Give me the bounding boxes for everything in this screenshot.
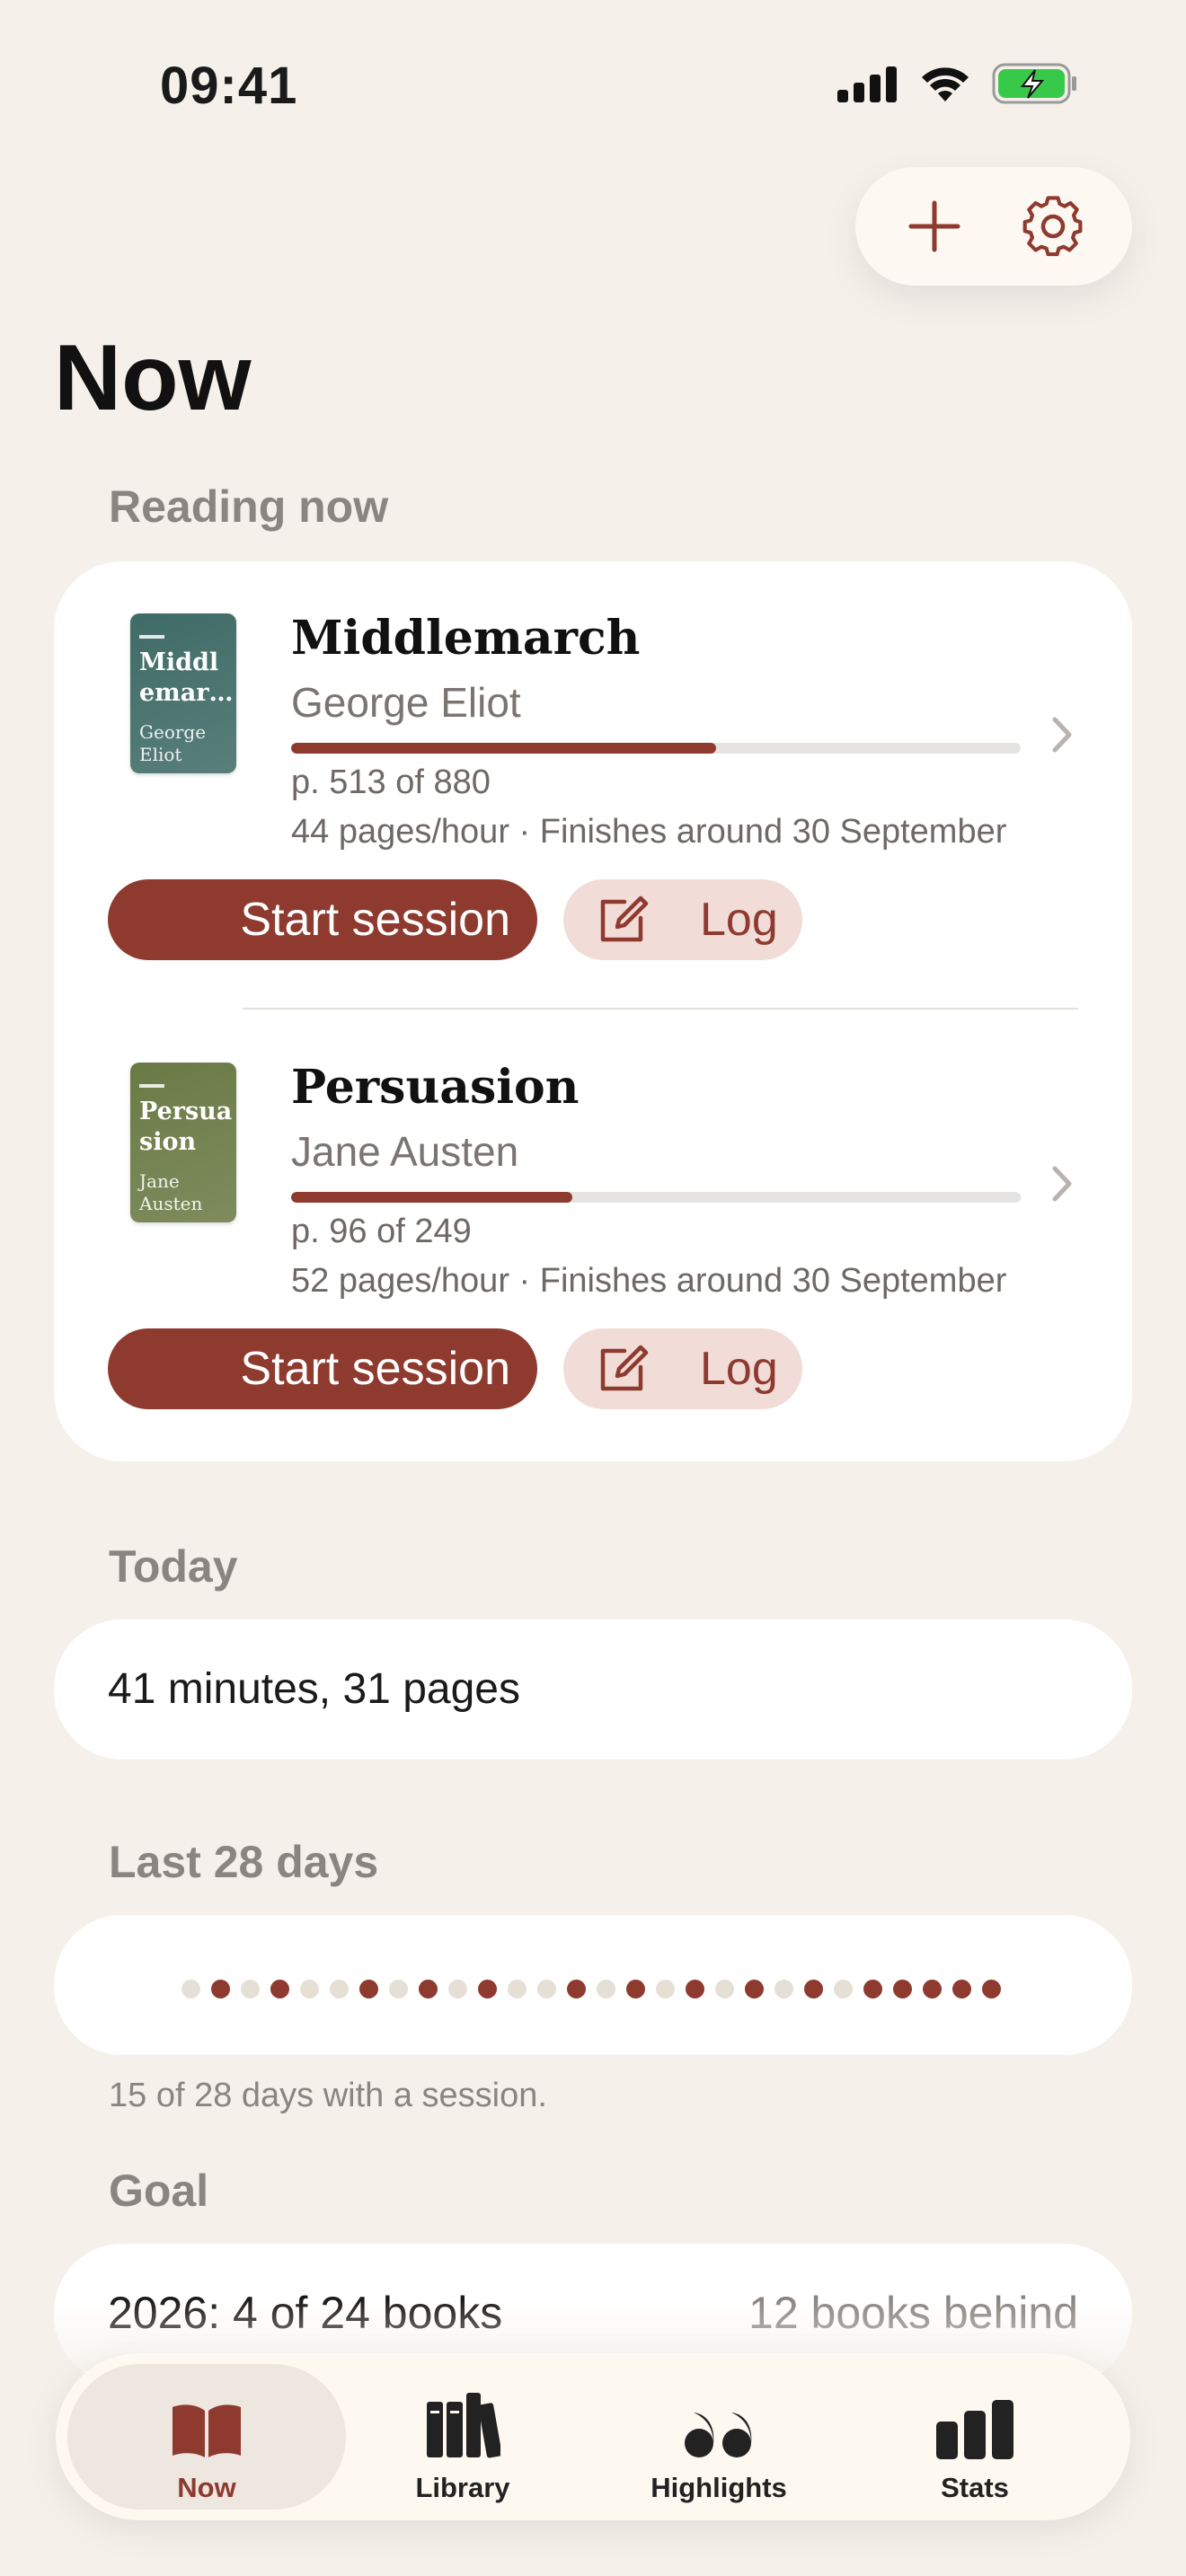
- status-icons: [837, 63, 1078, 104]
- session-day-dot: [478, 1980, 497, 1998]
- start-session-button[interactable]: Start session: [108, 1328, 537, 1409]
- reading-pace: 44 pages/hour · Finishes around 30 Septe…: [291, 813, 1007, 851]
- section-label-goal: Goal: [109, 2166, 209, 2216]
- section-label-today: Today: [109, 1541, 238, 1592]
- progress-bar: [291, 1192, 1021, 1203]
- status-time: 09:41: [160, 57, 298, 115]
- page-count: p. 96 of 249: [291, 1213, 472, 1250]
- books-icon: [427, 2393, 500, 2458]
- book-title: Persuasion: [291, 1060, 580, 1115]
- plus-icon: [908, 200, 960, 252]
- settings-button[interactable]: [1004, 177, 1102, 276]
- chevron-right-icon[interactable]: [1044, 1161, 1080, 1206]
- session-day-dot: [745, 1980, 764, 1998]
- today-card: 41 minutes, 31 pages: [54, 1619, 1132, 1760]
- empty-day-dot: [241, 1980, 260, 1998]
- tab-bar: Now Library Highlights Stats: [56, 2353, 1130, 2520]
- book-title: Middlemarch: [291, 611, 641, 666]
- empty-day-dot: [656, 1980, 675, 1998]
- top-actions: [855, 167, 1132, 286]
- session-day-dot: [952, 1980, 971, 1998]
- session-day-dot: [686, 1980, 704, 1998]
- days-caption: 15 of 28 days with a session.: [109, 2077, 547, 2114]
- session-day-dot: [804, 1980, 823, 1998]
- start-session-button[interactable]: Start session: [108, 879, 537, 960]
- tab-highlights[interactable]: Highlights: [580, 2364, 858, 2510]
- tab-stats[interactable]: Stats: [836, 2364, 1114, 2510]
- tab-library[interactable]: Library: [323, 2364, 602, 2510]
- log-button[interactable]: Log: [563, 1328, 802, 1409]
- open-book-icon: [173, 2404, 241, 2457]
- book-cover-title: Persua sion: [139, 1098, 233, 1156]
- empty-day-dot: [597, 1980, 615, 1998]
- tab-label-highlights: Highlights: [651, 2472, 787, 2503]
- page-title: Now: [54, 326, 252, 430]
- log-button[interactable]: Log: [563, 879, 802, 960]
- page-count: p. 513 of 880: [291, 763, 491, 801]
- battery-charging-icon: [992, 63, 1076, 104]
- book-cover-title: Middl emar…: [139, 648, 234, 707]
- session-day-dot: [626, 1980, 645, 1998]
- empty-day-dot: [834, 1980, 853, 1998]
- chevron-right-icon[interactable]: [1044, 712, 1080, 757]
- session-day-dot: [419, 1980, 438, 1998]
- empty-day-dot: [330, 1980, 349, 1998]
- gear-icon: [1022, 196, 1083, 257]
- status-bar: 09:41: [0, 0, 1186, 171]
- today-summary: 41 minutes, 31 pages: [108, 1665, 520, 1713]
- tab-label-stats: Stats: [941, 2472, 1009, 2503]
- empty-day-dot: [715, 1980, 734, 1998]
- empty-day-dot: [181, 1980, 200, 1998]
- progress-fill: [291, 743, 717, 754]
- empty-day-dot: [389, 1980, 408, 1998]
- divider: [243, 1008, 1078, 1010]
- book-author: Jane Austen: [291, 1128, 519, 1175]
- quote-icon: [685, 2413, 752, 2457]
- session-day-dot: [270, 1980, 289, 1998]
- section-label-reading-now: Reading now: [109, 481, 389, 532]
- progress-fill: [291, 1192, 573, 1203]
- add-button[interactable]: [885, 177, 984, 276]
- session-day-dot: [923, 1980, 942, 1998]
- book-cover-author: Jane Austen: [139, 1170, 203, 1214]
- bar-chart-icon: [936, 2400, 1013, 2459]
- tab-now[interactable]: Now: [67, 2364, 346, 2510]
- book-cover-author: George Eliot: [139, 721, 207, 765]
- log-label: Log: [700, 894, 778, 946]
- empty-day-dot: [774, 1980, 793, 1998]
- empty-day-dot: [508, 1980, 527, 1998]
- session-day-dot: [893, 1980, 912, 1998]
- session-day-dot: [982, 1980, 1001, 1998]
- cellular-signal-icon: [837, 66, 897, 102]
- session-day-dot: [567, 1980, 586, 1998]
- edit-icon: [600, 1345, 649, 1391]
- book-cover: Persua sion Jane Austen: [130, 1063, 236, 1222]
- book-author: George Eliot: [291, 679, 521, 726]
- start-session-label: Start session: [240, 894, 510, 946]
- empty-day-dot: [448, 1980, 467, 1998]
- book-cover: Middl emar… George Eliot: [130, 613, 236, 773]
- session-day-dot: [211, 1980, 230, 1998]
- empty-day-dot: [537, 1980, 556, 1998]
- tab-label-now: Now: [177, 2472, 236, 2503]
- tab-label-library: Library: [415, 2472, 510, 2503]
- book-item[interactable]: Persua sion Jane Austen Persuasion Jane …: [54, 1012, 1132, 1443]
- book-item[interactable]: Middl emar… George Eliot Middlemarch Geo…: [54, 561, 1132, 992]
- section-label-last-28-days: Last 28 days: [109, 1837, 379, 1887]
- log-label: Log: [700, 1343, 778, 1395]
- progress-bar: [291, 743, 1021, 754]
- session-dots: [181, 1980, 1001, 1998]
- reading-now-card: Middl emar… George Eliot Middlemarch Geo…: [54, 561, 1132, 1461]
- session-day-dot: [359, 1980, 378, 1998]
- empty-day-dot: [300, 1980, 319, 1998]
- wifi-icon: [922, 67, 969, 101]
- reading-pace: 52 pages/hour · Finishes around 30 Septe…: [291, 1262, 1007, 1300]
- edit-icon: [600, 895, 649, 942]
- session-day-dot: [863, 1980, 882, 1998]
- start-session-label: Start session: [240, 1343, 510, 1395]
- last-28-days-card: [54, 1915, 1132, 2055]
